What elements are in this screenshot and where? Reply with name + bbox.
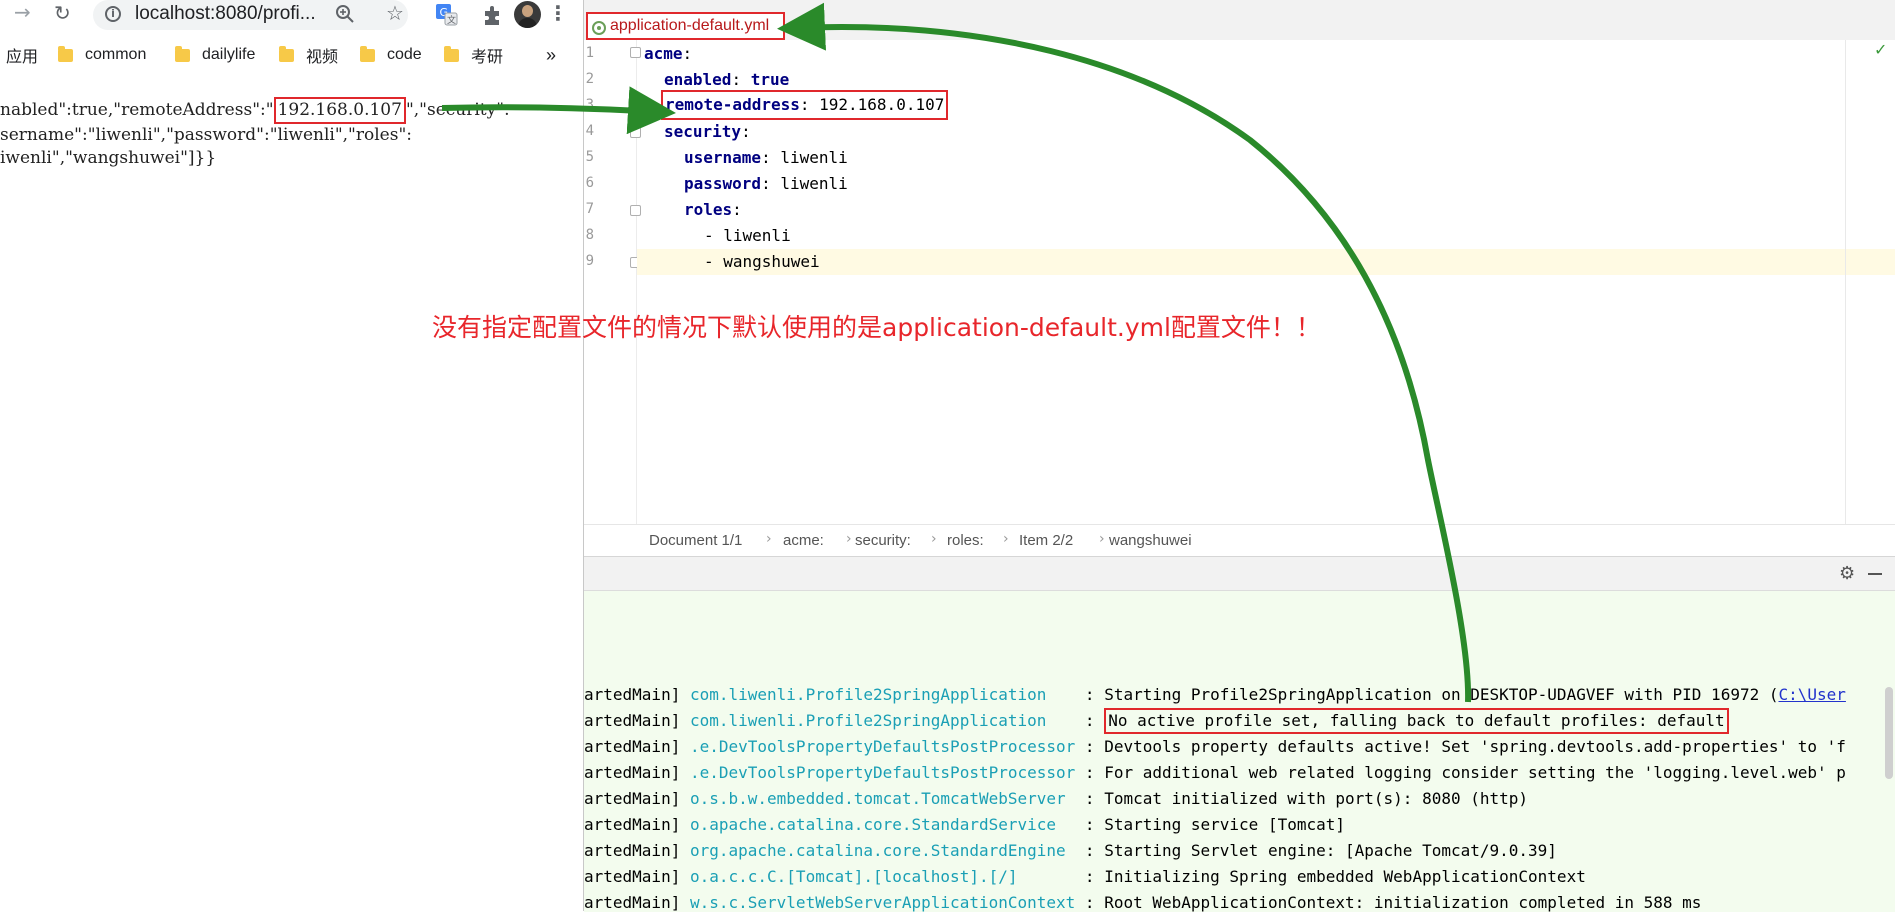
reload-icon[interactable]: ↻ bbox=[54, 0, 71, 28]
run-panel-header: ⚙ bbox=[584, 556, 1895, 591]
address-bar[interactable]: i localhost:8080/profi... bbox=[93, 0, 408, 30]
highlight-remote-address-box: remote-address: 192.168.0.107 bbox=[661, 90, 949, 120]
line-number: 1 bbox=[585, 45, 594, 61]
bookmark-common[interactable]: common bbox=[58, 42, 146, 68]
ide-window: application-default.yml 1 2 3 4 5 6 7 8 … bbox=[583, 0, 1895, 912]
log-line: artedMain] .e.DevToolsPropertyDefaultsPo… bbox=[584, 737, 1846, 756]
minimize-icon[interactable] bbox=[1868, 573, 1882, 575]
menu-kebab-icon[interactable]: ⋮ bbox=[548, 0, 568, 28]
bookmark-exam[interactable]: 考研 bbox=[444, 42, 503, 68]
tab-label: application-default.yml bbox=[610, 17, 770, 34]
yaml-line-6: password: liwenli bbox=[684, 174, 848, 193]
breadcrumb-item[interactable]: wangshuwei bbox=[1109, 532, 1192, 549]
folder-icon bbox=[175, 45, 190, 62]
bookmark-video[interactable]: 视频 bbox=[279, 42, 338, 68]
log-line: artedMain] .e.DevToolsPropertyDefaultsPo… bbox=[584, 763, 1846, 782]
tab-application-default-yml[interactable]: application-default.yml bbox=[586, 12, 785, 40]
log-line: artedMain] w.s.c.ServletWebServerApplica… bbox=[584, 893, 1702, 912]
bookmark-apps[interactable]: 应用 bbox=[6, 42, 38, 68]
yaml-line-9: - wangshuwei bbox=[704, 252, 820, 271]
fold-marker-icon[interactable] bbox=[630, 127, 641, 138]
json-line-1-suffix: ","security": bbox=[405, 100, 510, 120]
line-number: 4 bbox=[585, 123, 594, 139]
zoom-icon[interactable] bbox=[335, 3, 355, 29]
log-line: artedMain] com.liwenli.Profile2SpringApp… bbox=[584, 685, 1846, 704]
browser-toolbar: → ↻ i localhost:8080/profi... ☆ G文 ⋮ bbox=[0, 0, 583, 30]
bookmarks-overflow-button[interactable]: » bbox=[546, 42, 556, 68]
breadcrumb-item[interactable]: Item 2/2 bbox=[1019, 532, 1073, 549]
folder-icon bbox=[444, 45, 459, 62]
url-text[interactable]: localhost:8080/profi... bbox=[135, 3, 316, 25]
fold-marker-icon[interactable] bbox=[630, 205, 641, 216]
line-number: 2 bbox=[585, 71, 594, 87]
fold-marker-icon[interactable] bbox=[630, 47, 641, 58]
log-file-link[interactable]: C:\User bbox=[1778, 685, 1845, 704]
json-remote-address: 192.168.0.107 bbox=[277, 100, 402, 120]
line-number-gutter: 1 2 3 4 5 6 7 8 9 bbox=[584, 40, 641, 524]
log-line: artedMain] o.s.b.w.embedded.tomcat.Tomca… bbox=[584, 789, 1529, 808]
line-number: 7 bbox=[585, 201, 594, 217]
log-line: artedMain] o.a.c.c.C.[Tomcat].[localhost… bbox=[584, 867, 1586, 886]
highlight-address-box: 192.168.0.107 bbox=[273, 97, 406, 124]
checkmark-icon: ✓ bbox=[1874, 40, 1888, 59]
translate-icon[interactable]: G文 bbox=[436, 4, 458, 26]
breadcrumb: Document 1/1 › acme: › security: › roles… bbox=[584, 524, 1895, 557]
svg-text:文: 文 bbox=[447, 14, 456, 26]
chevron-right-icon: › bbox=[1099, 531, 1105, 547]
log-line: artedMain] com.liwenli.Profile2SpringApp… bbox=[584, 708, 1729, 734]
json-line-2: sername":"liwenli","password":"liwenli",… bbox=[0, 125, 413, 145]
extensions-icon[interactable] bbox=[482, 4, 504, 30]
highlight-profile-message-box: No active profile set, falling back to d… bbox=[1104, 708, 1729, 734]
chevron-right-icon: › bbox=[846, 531, 852, 547]
breadcrumb-item[interactable]: Document 1/1 bbox=[649, 532, 742, 549]
bookmarks-bar: 应用 common dailylife 视频 code 考研 » bbox=[0, 42, 583, 68]
info-icon[interactable]: i bbox=[105, 6, 121, 22]
line-number: 8 bbox=[585, 227, 594, 243]
chevron-right-icon: › bbox=[766, 531, 772, 547]
line-number: 6 bbox=[585, 175, 594, 191]
chevron-right-icon: › bbox=[1003, 531, 1009, 547]
breadcrumb-item[interactable]: security: bbox=[855, 532, 911, 549]
breadcrumb-item[interactable]: acme: bbox=[783, 532, 824, 549]
code-editor[interactable]: 1 2 3 4 5 6 7 8 9 ✓ acme: enabled: true … bbox=[584, 40, 1895, 524]
yaml-line-1: acme: bbox=[644, 44, 693, 63]
log-line: artedMain] o.apache.catalina.core.Standa… bbox=[584, 815, 1346, 834]
folder-icon bbox=[279, 45, 294, 62]
json-line-1-prefix: nabled":true,"remoteAddress":" bbox=[0, 100, 274, 120]
back-arrow-icon[interactable]: → bbox=[14, 0, 31, 27]
console-scrollbar[interactable] bbox=[1885, 687, 1893, 779]
run-console[interactable]: artedMain] com.liwenli.Profile2SpringApp… bbox=[584, 590, 1895, 912]
yaml-line-4: security: bbox=[664, 122, 751, 141]
breadcrumb-item[interactable]: roles: bbox=[947, 532, 984, 549]
line-number: 5 bbox=[585, 149, 594, 165]
star-icon[interactable]: ☆ bbox=[386, 0, 404, 28]
json-line-3: iwenli","wangshuwei"]}} bbox=[0, 148, 217, 168]
bookmark-code[interactable]: code bbox=[360, 42, 422, 68]
right-margin-guide bbox=[1845, 40, 1846, 524]
bookmark-dailylife[interactable]: dailylife bbox=[175, 42, 255, 68]
yaml-line-7: roles: bbox=[684, 200, 742, 219]
chevron-right-icon: › bbox=[931, 531, 937, 547]
gear-icon[interactable]: ⚙ bbox=[1839, 563, 1855, 584]
yaml-line-8: - liwenli bbox=[704, 226, 791, 245]
annotation-text: 没有指定配置文件的情况下默认使用的是application-default.ym… bbox=[432, 313, 1321, 342]
folder-icon bbox=[360, 45, 375, 62]
folder-icon bbox=[58, 45, 73, 62]
line-number: 3 bbox=[585, 97, 594, 113]
browser-window: → ↻ i localhost:8080/profi... ☆ G文 ⋮ 应用 … bbox=[0, 0, 583, 911]
profile-avatar-icon[interactable] bbox=[514, 1, 541, 28]
line-number: 9 bbox=[585, 253, 594, 269]
log-line: artedMain] org.apache.catalina.core.Stan… bbox=[584, 841, 1557, 860]
current-line-highlight bbox=[637, 249, 1895, 275]
yaml-line-5: username: liwenli bbox=[684, 148, 848, 167]
editor-tab-bar: application-default.yml bbox=[584, 0, 1895, 41]
yaml-file-icon bbox=[591, 20, 607, 40]
json-response: nabled":true,"remoteAddress":" 192.168.0.… bbox=[0, 97, 583, 170]
